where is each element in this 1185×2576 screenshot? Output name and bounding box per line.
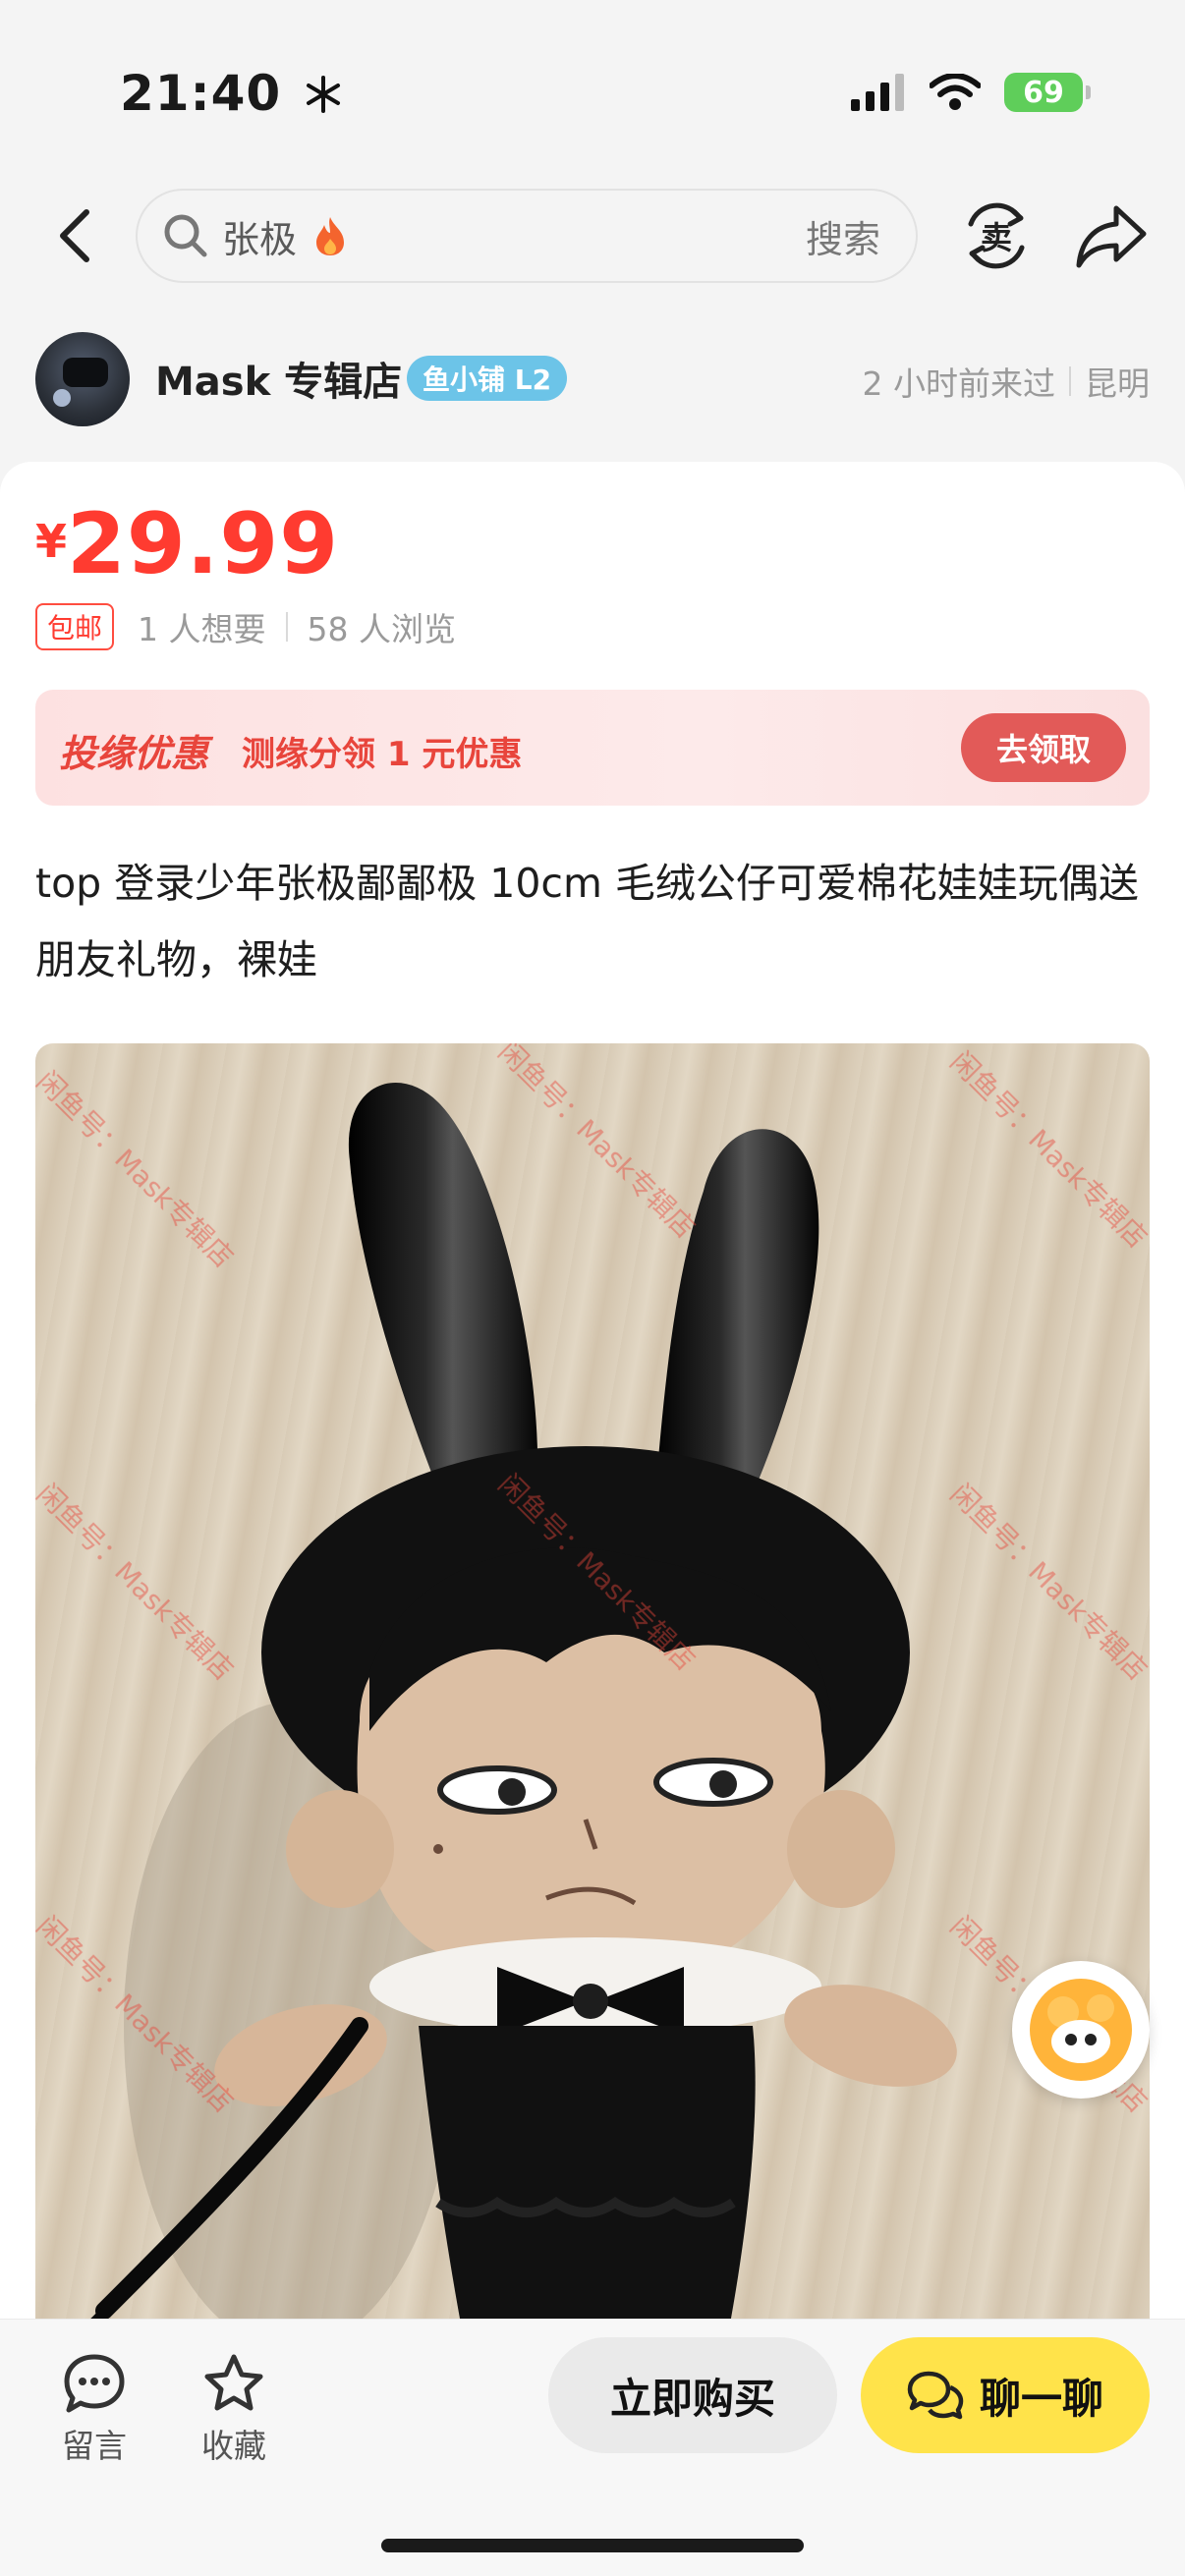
promo-banner[interactable]: 投缘优惠 测缘分领 1 元优惠 去领取 — [35, 690, 1150, 806]
status-indicators: 69 — [851, 73, 1091, 112]
sell-button[interactable]: 卖 — [959, 198, 1034, 273]
price-currency: ¥ — [35, 515, 68, 568]
watermark-text: 闲鱼号：Mask专辑店 — [35, 1478, 240, 1687]
watermark-text: 闲鱼号：Mask专辑店 — [944, 1478, 1150, 1687]
watermark-text: 闲鱼号：Mask专辑店 — [35, 1065, 240, 1274]
claim-coupon-button[interactable]: 去领取 — [961, 713, 1126, 782]
favorite-label: 收藏 — [201, 2427, 266, 2465]
fire-icon — [316, 217, 345, 255]
comment-label: 留言 — [62, 2427, 127, 2465]
promo-tag: 投缘优惠 — [59, 732, 209, 775]
status-time: 21:40 — [120, 65, 343, 122]
cellular-signal-icon — [851, 74, 904, 111]
back-button[interactable] — [47, 204, 106, 267]
divider — [285, 612, 288, 642]
watermark-text: 闲鱼号：Mask专辑店 — [944, 1045, 1150, 1255]
views-count: 58 人浏览 — [307, 610, 456, 648]
search-input[interactable]: 张极 搜索 — [136, 189, 918, 283]
share-arrow-icon — [1076, 205, 1147, 268]
search-query: 张极 — [222, 217, 298, 261]
star-icon — [204, 2354, 263, 2411]
sell-icon: 卖 — [968, 202, 1025, 269]
assistant-float-button[interactable] — [1012, 1961, 1150, 2099]
battery-indicator: 69 — [1004, 73, 1091, 112]
assistant-mascot-icon — [1030, 1979, 1132, 2081]
watermark-text: 闲鱼号：Mask专辑店 — [492, 1043, 702, 1245]
last-seen-text: 2 小时前来过 — [862, 364, 1056, 403]
favorite-button[interactable]: 收藏 — [185, 2353, 283, 2467]
top-nav: 张极 搜索 卖 — [0, 187, 1185, 285]
price-value: 29.99 — [67, 495, 340, 593]
seller-avatar[interactable] — [35, 332, 130, 426]
product-price: ¥29.99 — [35, 495, 339, 593]
location-text: 昆明 — [1085, 364, 1150, 403]
product-title: top 登录少年张极鄙鄙极 10cm 毛绒公仔可爱棉花娃娃玩偶送朋友礼物，裸娃 — [35, 860, 1139, 983]
free-shipping-badge: 包邮 — [35, 603, 115, 650]
seller-info[interactable]: Mask 专辑店 鱼小铺 L2 2 小时前来过 昆明 — [35, 328, 1150, 426]
promo-text: 测缘分领 1 元优惠 — [242, 735, 523, 774]
search-button[interactable]: 搜索 — [806, 209, 880, 263]
bottom-action-bar: 留言 收藏 立即购买 聊一聊 — [0, 2319, 1185, 2576]
product-stats: 包邮 1 人想要 58 人浏览 — [35, 603, 456, 650]
wifi-icon — [930, 74, 981, 110]
product-image[interactable]: 闲鱼号：Mask专辑店 闲鱼号：Mask专辑店 闲鱼号：Mask专辑店 闲鱼号：… — [35, 1043, 1150, 2360]
plush-doll-photo: 闲鱼号：Mask专辑店 闲鱼号：Mask专辑店 闲鱼号：Mask专辑店 闲鱼号：… — [35, 1043, 1150, 2360]
sell-icon-label: 卖 — [981, 219, 1012, 256]
home-indicator — [381, 2539, 804, 2552]
message-bubble-icon — [64, 2354, 125, 2413]
seller-meta: 2 小时前来过 昆明 — [863, 358, 1151, 405]
product-card: ¥29.99 包邮 1 人想要 58 人浏览 投缘优惠 测缘分领 1 元优惠 去… — [0, 462, 1185, 2360]
share-button[interactable] — [1075, 202, 1150, 271]
shop-level-badge: 鱼小铺 L2 — [407, 356, 568, 401]
seller-name[interactable]: Mask 专辑店 — [155, 350, 402, 407]
snowflake-icon — [306, 76, 340, 113]
status-bar: 21:40 69 — [0, 0, 1185, 177]
comment-button[interactable]: 留言 — [45, 2353, 143, 2467]
wants-count: 1 人想要 — [138, 610, 266, 648]
buy-now-button[interactable]: 立即购买 — [548, 2337, 837, 2453]
chat-bubbles-icon — [907, 2371, 964, 2420]
search-icon — [164, 214, 207, 257]
chat-button[interactable]: 聊一聊 — [861, 2337, 1150, 2453]
divider — [1069, 366, 1071, 396]
chevron-left-icon — [60, 209, 89, 262]
